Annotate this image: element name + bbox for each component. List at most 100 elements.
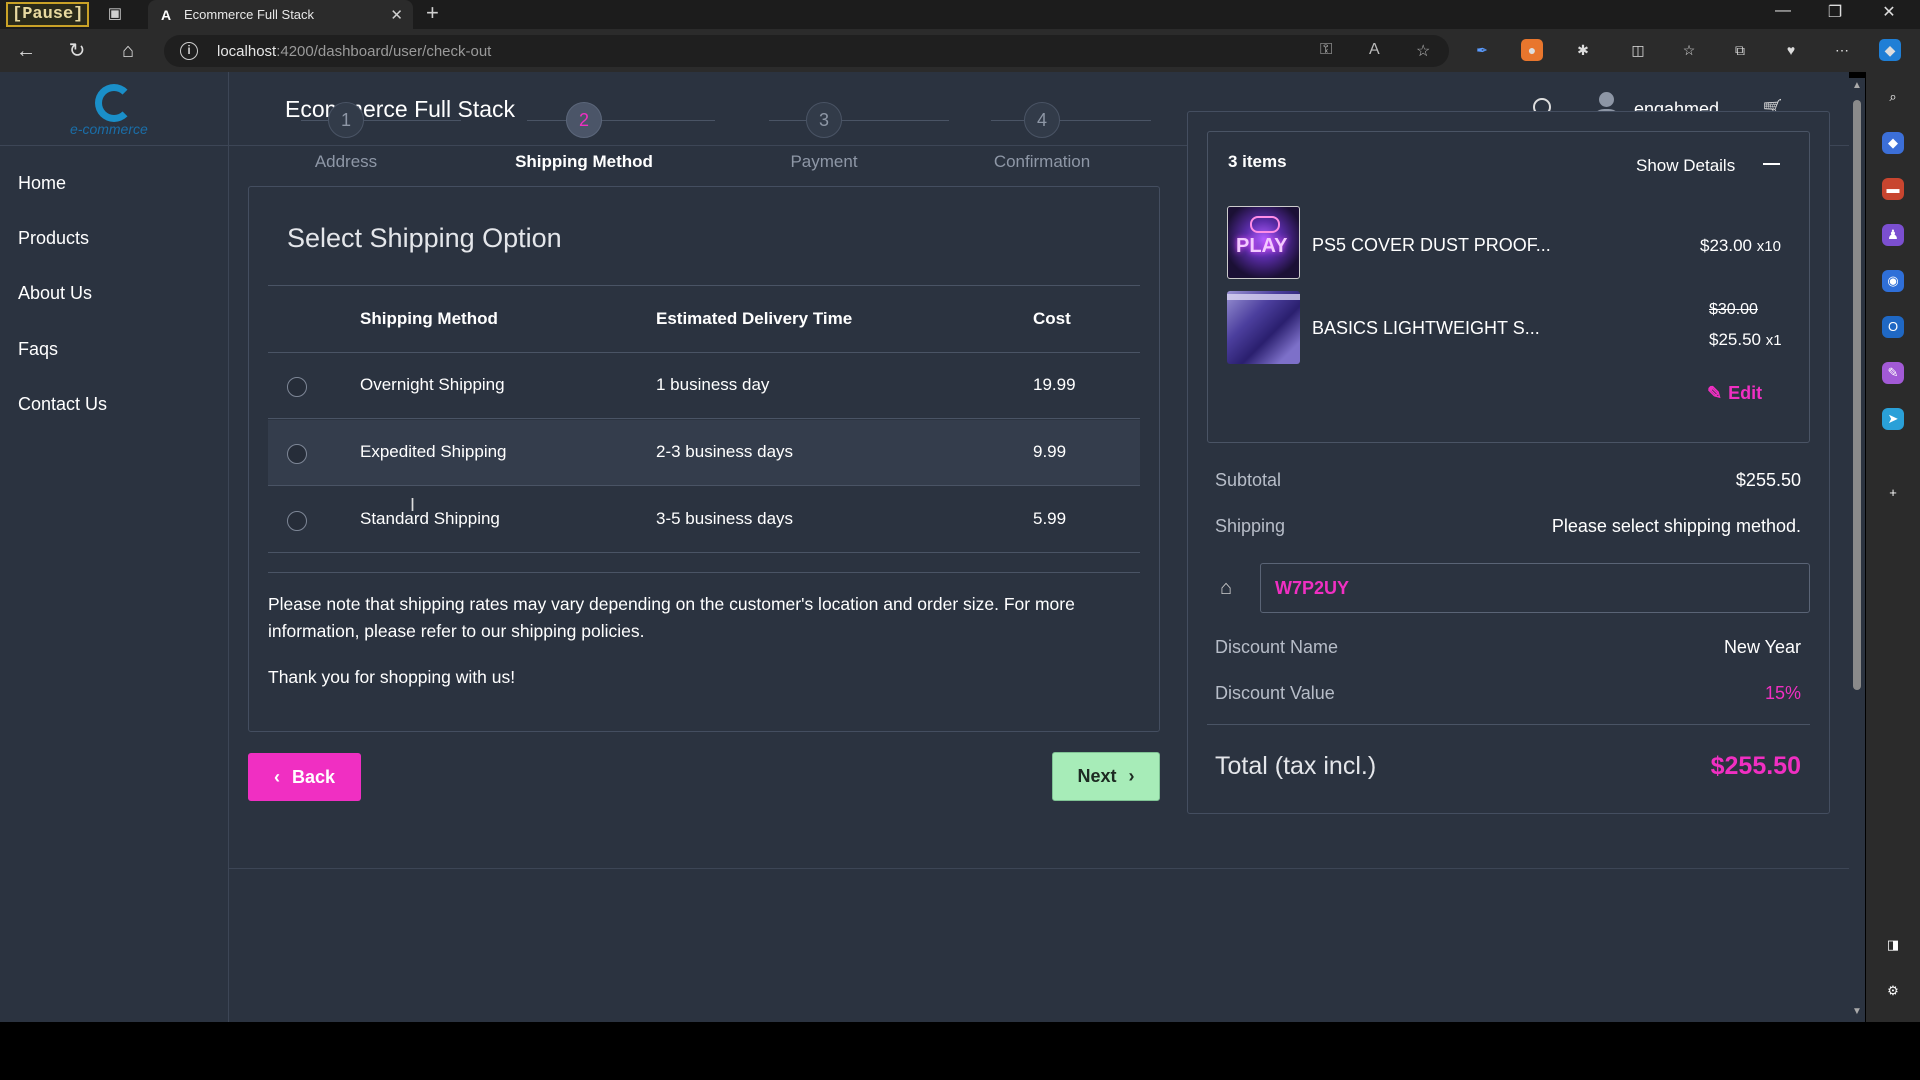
gamepad-icon xyxy=(1250,216,1280,233)
shipping-delivery-time: 3-5 business days xyxy=(656,509,794,528)
address-bar[interactable]: i localhost:4200/dashboard/user/check-ou… xyxy=(164,35,1449,67)
step-connector xyxy=(301,120,461,121)
checkout-stepper: 1 Address 2 Shipping Method 3 Payment 4 … xyxy=(249,100,1159,190)
shipping-cost: 9.99 xyxy=(1033,442,1067,461)
shipping-option-row[interactable]: Standard Shipping 3-5 business days 5.99 xyxy=(268,487,1140,553)
browser-side-panel: ⌕ ◆ ▬ ♟ ◉ O ✎ ➤ + ◨ ⚙ xyxy=(1866,72,1920,1022)
scroll-thumb[interactable] xyxy=(1853,100,1861,690)
step-1-circle[interactable]: 1 xyxy=(328,102,364,138)
copilot-icon[interactable]: ◆ xyxy=(1879,39,1901,61)
favorite-star-icon[interactable]: ☆ xyxy=(1416,41,1430,61)
side-outlook-icon[interactable]: O xyxy=(1882,316,1904,338)
shipping-option-row[interactable]: Expedited Shipping 2-3 business days 9.9… xyxy=(268,420,1140,486)
tab-title: Ecommerce Full Stack xyxy=(184,7,315,22)
back-button[interactable]: ‹ Back xyxy=(248,753,361,801)
play-logo-icon: PLAY xyxy=(1236,235,1288,257)
shipping-delivery-time: 1 business day xyxy=(656,375,770,394)
side-panel-toggle-icon[interactable]: ◨ xyxy=(1882,934,1904,956)
read-aloud-icon[interactable]: A xyxy=(1369,41,1380,59)
shipping-radio[interactable] xyxy=(287,444,307,464)
shipping-value: Please select shipping method. xyxy=(1551,516,1801,536)
tag-icon: ⌂ xyxy=(1220,577,1233,599)
edit-cart-link[interactable]: ✎ Edit xyxy=(1707,383,1762,404)
step-2-circle[interactable]: 2 xyxy=(566,102,602,138)
total-value: $255.50 xyxy=(1710,752,1801,780)
url-text[interactable]: localhost:4200/dashboard/user/check-out xyxy=(217,43,491,60)
browser-essentials-icon[interactable]: ♥ xyxy=(1780,39,1802,61)
collapse-minus-icon[interactable] xyxy=(1763,163,1780,165)
side-designer-icon[interactable]: ✎ xyxy=(1882,362,1904,384)
shipping-cost: 5.99 xyxy=(1033,509,1067,528)
cart-item-name[interactable]: BASICS LIGHTWEIGHT S... xyxy=(1312,318,1540,339)
shipping-method-name: Expedited Shipping xyxy=(360,442,507,461)
shipping-radio[interactable] xyxy=(287,377,307,397)
new-tab-icon[interactable]: + xyxy=(426,2,439,24)
reload-icon[interactable]: ↻ xyxy=(65,39,89,63)
extension-pen-icon[interactable]: ✒ xyxy=(1471,39,1493,61)
tab-close-icon[interactable]: ✕ xyxy=(390,6,403,24)
browser-tab-active[interactable]: A Ecommerce Full Stack ✕ xyxy=(148,0,413,29)
shipping-radio[interactable] xyxy=(287,511,307,531)
window-close-icon[interactable]: ✕ xyxy=(1877,2,1901,22)
side-games-icon[interactable]: ♟ xyxy=(1882,224,1904,246)
side-shopping-icon[interactable]: ◆ xyxy=(1882,132,1904,154)
side-settings-gear-icon[interactable]: ⚙ xyxy=(1882,980,1904,1002)
discount-name-value: New Year xyxy=(1723,637,1801,657)
next-button[interactable]: Next › xyxy=(1052,752,1160,801)
restore-icon[interactable]: ❐ xyxy=(1823,2,1847,22)
divider xyxy=(1207,724,1810,725)
angular-favicon-icon: A xyxy=(160,6,172,23)
cart-item-name[interactable]: PS5 COVER DUST PROOF... xyxy=(1312,235,1551,256)
show-details-toggle[interactable]: Show Details xyxy=(1636,156,1735,176)
scroll-down-icon[interactable]: ▼ xyxy=(1852,1006,1862,1017)
shipping-options-card: Select Shipping Option Shipping Method E… xyxy=(248,186,1160,732)
collections-icon[interactable]: ⧉ xyxy=(1729,39,1751,61)
shipping-cost: 19.99 xyxy=(1033,375,1076,394)
key-icon[interactable]: ⚿ xyxy=(1320,41,1332,59)
sidebar-item-products[interactable]: Products xyxy=(18,228,89,249)
cart-item-old-price: $30.00 xyxy=(1709,301,1758,318)
page-scrollbar[interactable]: ▲ ▼ xyxy=(1849,78,1865,1022)
pencil-icon: ✎ xyxy=(1707,383,1723,403)
tab-actions-icon[interactable]: ▣ xyxy=(105,4,125,24)
product-label-band xyxy=(1227,294,1300,300)
shipping-method-name: Standard Shipping xyxy=(360,509,500,528)
step-connector xyxy=(991,120,1151,121)
site-info-icon[interactable]: i xyxy=(180,42,198,60)
step-3-circle[interactable]: 3 xyxy=(806,102,842,138)
total-label: Total (tax incl.) xyxy=(1215,752,1377,780)
shipping-delivery-time: 2-3 business days xyxy=(656,442,794,461)
logo[interactable]: e-commerce xyxy=(0,72,229,146)
extension-orange-icon[interactable]: ● xyxy=(1521,39,1543,61)
product-thumbnail-ps5-cover[interactable]: PLAY xyxy=(1227,206,1300,279)
footer-divider xyxy=(229,868,1849,869)
step-2-label: Shipping Method xyxy=(515,152,653,171)
coupon-code-field[interactable]: W7P2UY xyxy=(1260,563,1810,613)
side-toolbox-icon[interactable]: ▬ xyxy=(1882,178,1904,200)
sidebar-item-contact-us[interactable]: Contact Us xyxy=(18,394,107,415)
shipping-option-row[interactable]: Overnight Shipping 1 business day 19.99 xyxy=(268,353,1140,419)
scroll-up-icon[interactable]: ▲ xyxy=(1852,80,1862,91)
back-icon[interactable]: ← xyxy=(14,39,38,63)
extensions-puzzle-icon[interactable]: ✱ xyxy=(1572,39,1594,61)
minimize-icon[interactable]: — xyxy=(1771,2,1795,20)
side-add-icon[interactable]: + xyxy=(1882,482,1904,504)
sidebar-item-home[interactable]: Home xyxy=(18,173,66,194)
sidebar-item-about-us[interactable]: About Us xyxy=(18,283,92,304)
cart-items-box: 3 items Show Details PLAY PS5 COVER DUST… xyxy=(1207,131,1810,443)
header-delivery-time: Estimated Delivery Time xyxy=(656,309,853,328)
side-send-icon[interactable]: ➤ xyxy=(1882,408,1904,430)
home-icon[interactable]: ⌂ xyxy=(116,39,140,63)
more-menu-icon[interactable]: ⋯ xyxy=(1831,39,1853,61)
chevron-right-icon: › xyxy=(1128,766,1135,786)
split-screen-icon[interactable]: ◫ xyxy=(1627,39,1649,61)
favorites-icon[interactable]: ☆ xyxy=(1678,39,1700,61)
header-cost: Cost xyxy=(1033,309,1071,328)
next-button-label: Next xyxy=(1077,766,1117,786)
items-count: 3 items xyxy=(1228,152,1287,171)
sidebar-item-faqs[interactable]: Faqs xyxy=(18,339,58,360)
side-search-icon[interactable]: ⌕ xyxy=(1882,86,1904,108)
step-4-circle[interactable]: 4 xyxy=(1024,102,1060,138)
side-copilot-icon[interactable]: ◉ xyxy=(1882,270,1904,292)
product-thumbnail-basics-lightweight[interactable] xyxy=(1227,291,1300,364)
